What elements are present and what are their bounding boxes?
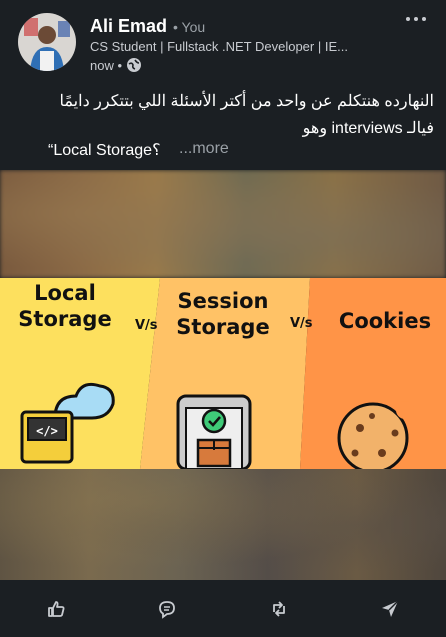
post-time-row: now • bbox=[90, 57, 142, 73]
globe-icon bbox=[127, 58, 142, 72]
panel-title-local-storage: Local Storage bbox=[18, 281, 112, 332]
see-more-link[interactable]: ...more bbox=[179, 140, 229, 158]
repost-button[interactable] bbox=[259, 589, 299, 629]
image-blur-bottom bbox=[0, 469, 446, 580]
post-time: now • bbox=[90, 57, 123, 73]
panel-title-cookies: Cookies bbox=[338, 309, 432, 333]
panel-title-session-storage: Session Storage bbox=[176, 289, 270, 340]
package-device-icon bbox=[176, 394, 252, 469]
post-image[interactable]: </> Local Storage V/s Session Storage V/… bbox=[0, 170, 446, 580]
like-button[interactable] bbox=[36, 589, 76, 629]
author-relation: • You bbox=[173, 19, 206, 35]
post-text-line-1: النهارده هنتكلم عن واحد من أكتر الأسئلة … bbox=[59, 93, 434, 110]
image-blur-top bbox=[0, 170, 446, 278]
post-header: Ali Emad • You CS Student | Fullstack .N… bbox=[0, 0, 446, 84]
post-text-line-3: “Local Storage؟ bbox=[48, 142, 161, 159]
post-text-line-2: فيالـ interviews وهو bbox=[302, 120, 434, 137]
vs-label-2: V/s bbox=[290, 316, 313, 331]
send-icon bbox=[382, 600, 399, 617]
avatar-photo bbox=[18, 13, 76, 71]
comment-button[interactable] bbox=[147, 589, 187, 629]
like-icon bbox=[47, 600, 65, 617]
more-options-icon[interactable] bbox=[402, 8, 430, 30]
image-panels: </> Local Storage V/s Session Storage V/… bbox=[0, 278, 446, 469]
repost-icon bbox=[272, 600, 285, 617]
avatar[interactable] bbox=[18, 13, 76, 71]
svg-text:</>: </> bbox=[36, 424, 58, 438]
action-bar bbox=[0, 580, 446, 637]
author-name[interactable]: Ali Emad bbox=[90, 16, 167, 37]
author-headline: CS Student | Fullstack .NET Developer | … bbox=[90, 39, 348, 54]
send-button[interactable] bbox=[370, 589, 410, 629]
vs-label-1: V/s bbox=[135, 318, 158, 333]
post-text: النهارده هنتكلم عن واحد من أكتر الأسئلة … bbox=[14, 88, 434, 142]
comment-icon bbox=[159, 600, 176, 619]
